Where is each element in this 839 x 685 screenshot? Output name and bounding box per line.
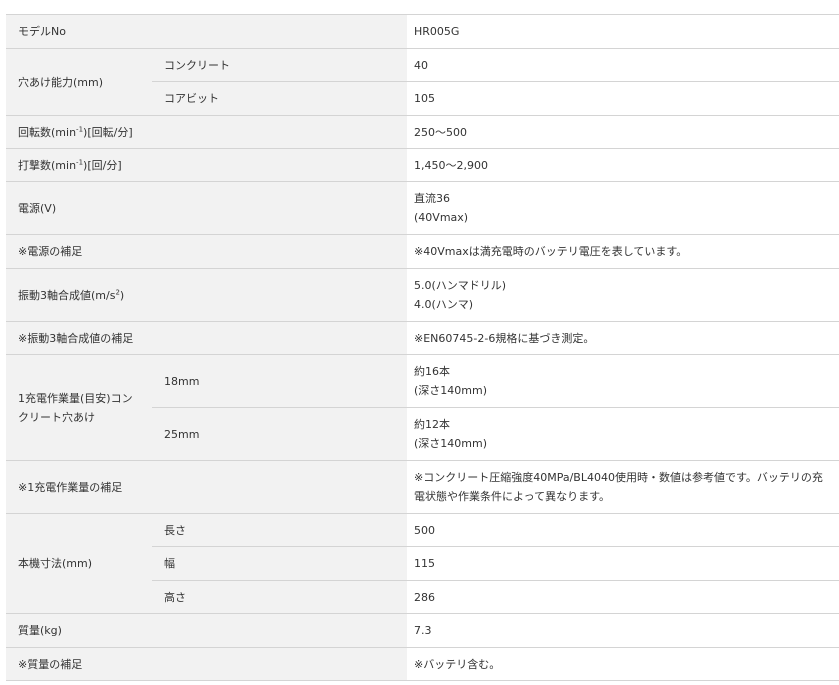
spec-value: 7.3: [407, 613, 839, 648]
value-line: (40Vmax): [414, 211, 469, 224]
spec-row-work-note: ※1充電作業量の補足 ※コンクリート圧縮強度40MPa/BL4040使用時・数値…: [6, 460, 839, 514]
spec-value: 5.0(ハンマドリル) 4.0(ハンマ): [407, 268, 839, 322]
value-line: 電状態や作業条件によって異なります。: [414, 490, 611, 503]
spec-row-model: モデルNo HR005G: [6, 14, 839, 49]
value-line: ※コンクリート圧縮強度40MPa/BL4040使用時・数値は参考値です。バッテリ…: [414, 471, 823, 484]
label-text: 振動3軸合成値(m/s: [18, 288, 116, 302]
spec-label: 回転数(min-1)[回転/分]: [6, 115, 407, 149]
spec-value: 40: [407, 48, 839, 82]
spec-label: 打撃数(min-1)[回/分]: [6, 148, 407, 182]
spec-label: ※振動3軸合成値の補足: [6, 321, 407, 355]
value-line: 5.0(ハンマドリル): [414, 279, 507, 292]
value-line: 直流36: [414, 192, 450, 205]
spec-row-power: 電源(V) 直流36 (40Vmax): [6, 181, 839, 235]
spec-value: 115: [407, 546, 839, 581]
spec-label: 質量(kg): [6, 613, 407, 648]
spec-value: 250〜500: [407, 115, 839, 149]
spec-sublabel: 長さ: [152, 513, 407, 547]
spec-label: ※電源の補足: [6, 234, 407, 269]
spec-table-container: モデルNo HR005G 穴あけ能力(mm) コンクリート 40 コアビット 1…: [6, 14, 839, 681]
spec-label: ※質量の補足: [6, 647, 407, 681]
spec-row-dimensions: 本機寸法(mm) 長さ 500: [6, 513, 839, 614]
spec-sublabel: 幅: [152, 546, 407, 581]
spec-value: 1,450〜2,900: [407, 148, 839, 182]
spec-value: 286: [407, 580, 839, 614]
spec-row-drill-capacity: 穴あけ能力(mm) コンクリート 40: [6, 48, 839, 116]
spec-sublabel: 18mm: [152, 354, 407, 408]
label-line: 1充電作業量(目安)コン: [18, 391, 133, 405]
spec-row-vibration-note: ※振動3軸合成値の補足 ※EN60745-2-6規格に基づき測定。: [6, 321, 839, 355]
spec-label: 1充電作業量(目安)コン クリート穴あけ: [6, 354, 152, 461]
label-text-suffix: ): [119, 288, 125, 302]
spec-value: HR005G: [407, 14, 839, 49]
spec-sublabel: 25mm: [152, 407, 407, 461]
label-line: クリート穴あけ: [18, 410, 95, 424]
spec-table: モデルNo HR005G 穴あけ能力(mm) コンクリート 40 コアビット 1…: [6, 14, 839, 681]
spec-value: 約16本 (深さ140mm): [407, 354, 839, 408]
spec-sublabel: コンクリート: [152, 48, 407, 82]
spec-value: 105: [407, 81, 839, 116]
spec-value: 500: [407, 513, 839, 547]
value-line: 4.0(ハンマ): [414, 298, 474, 311]
value-line: (深さ140mm): [414, 437, 488, 450]
label-sup: -1: [76, 124, 84, 133]
spec-sublabel: コアビット: [152, 81, 407, 116]
value-line: 約12本: [414, 418, 450, 431]
spec-row-weight: 質量(kg) 7.3: [6, 613, 839, 648]
spec-label: 本機寸法(mm): [6, 513, 152, 614]
spec-row-bpm: 打撃数(min-1)[回/分] 1,450〜2,900: [6, 148, 839, 182]
spec-row-weight-note: ※質量の補足 ※バッテリ含む。: [6, 647, 839, 681]
spec-label: 穴あけ能力(mm): [6, 48, 152, 116]
spec-label: 振動3軸合成値(m/s2): [6, 268, 407, 322]
spec-row-rpm: 回転数(min-1)[回転/分] 250〜500: [6, 115, 839, 149]
label-sup: -1: [76, 157, 84, 166]
spec-value: ※40Vmaxは満充電時のバッテリ電圧を表しています。: [407, 234, 839, 269]
spec-value: 直流36 (40Vmax): [407, 181, 839, 235]
spec-row-vibration: 振動3軸合成値(m/s2) 5.0(ハンマドリル) 4.0(ハンマ): [6, 268, 839, 322]
label-text-suffix: )[回/分]: [83, 158, 122, 172]
label-text: 回転数(min: [18, 125, 77, 139]
spec-value: 約12本 (深さ140mm): [407, 407, 839, 461]
label-text-suffix: )[回転/分]: [83, 125, 133, 139]
spec-label: 電源(V): [6, 181, 407, 235]
label-text: 打撃数(min: [18, 158, 77, 172]
spec-value: ※EN60745-2-6規格に基づき測定。: [407, 321, 839, 355]
value-line: 約16本: [414, 365, 450, 378]
spec-row-power-note: ※電源の補足 ※40Vmaxは満充電時のバッテリ電圧を表しています。: [6, 234, 839, 269]
spec-label: モデルNo: [6, 14, 407, 49]
spec-row-work-per-charge: 1充電作業量(目安)コン クリート穴あけ 18mm 約16本 (深さ140mm): [6, 354, 839, 461]
spec-sublabel: 高さ: [152, 580, 407, 614]
spec-label: ※1充電作業量の補足: [6, 460, 407, 514]
spec-value: ※コンクリート圧縮強度40MPa/BL4040使用時・数値は参考値です。バッテリ…: [407, 460, 839, 514]
spec-value: ※バッテリ含む。: [407, 647, 839, 681]
value-line: (深さ140mm): [414, 384, 488, 397]
